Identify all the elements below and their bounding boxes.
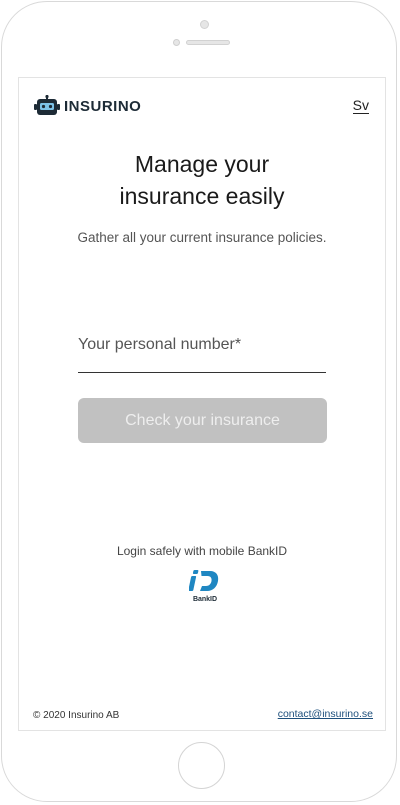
check-insurance-button[interactable]: Check your insurance [78,398,327,443]
personal-number-field [78,328,326,373]
bankid-icon: BankID [189,570,219,603]
brand-logo[interactable]: INSURINO [34,95,141,117]
page-subtitle: Gather all your current insurance polici… [77,230,327,245]
brand-name: INSURINO [64,97,142,115]
home-button[interactable] [178,742,225,789]
front-camera [200,20,209,29]
language-switch[interactable]: Sv [352,98,369,114]
personal-number-input[interactable] [78,328,326,362]
contact-email-link[interactable]: contact@insurino.se [278,708,373,720]
sensor-dot [173,39,180,46]
phone-frame: INSURINO Sv Manage your insurance easily… [1,1,397,802]
robot-icon [34,95,60,115]
svg-text:BankID: BankID [193,596,217,603]
page-title: Manage your insurance easily [119,151,285,209]
app-screen: INSURINO Sv Manage your insurance easily… [18,77,386,731]
earpiece-speaker [186,40,230,45]
copyright-text: © 2020 Insurino AB [33,710,120,721]
bankid-prompt: Login safely with mobile BankID [116,544,288,558]
